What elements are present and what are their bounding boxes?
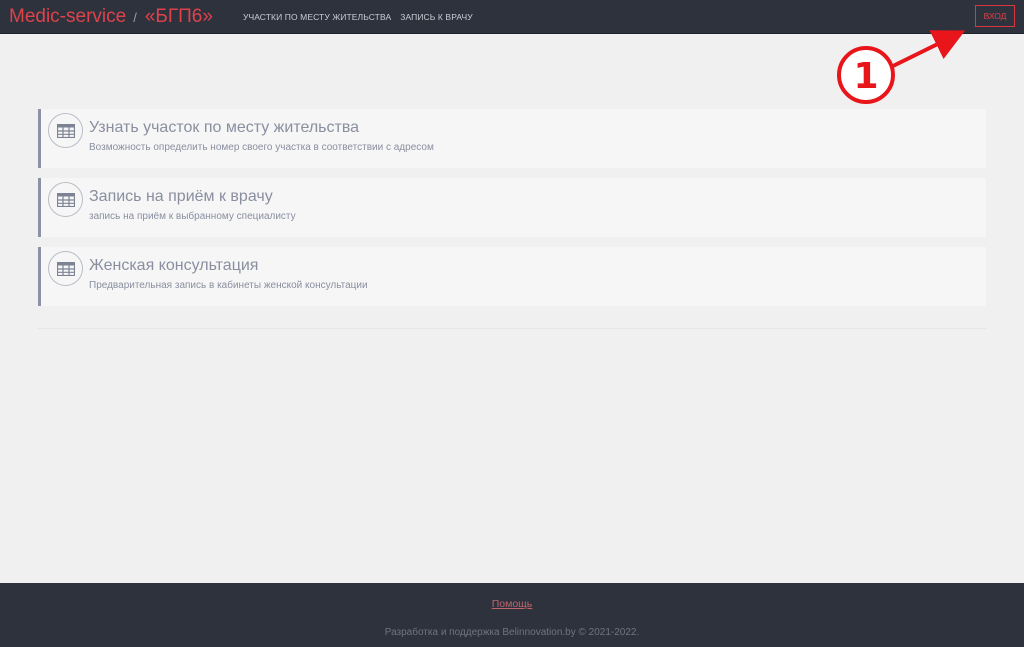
service-description: запись на приём к выбранному специалисту [89, 211, 296, 222]
copyright-text: Разработка и поддержка Belinnovation.by … [384, 627, 640, 638]
services-list: Узнать участок по месту жительства Возмо… [38, 109, 986, 316]
footer: Помощь Разработка и поддержка Belinnovat… [0, 583, 1024, 647]
callout-number: 1 [853, 56, 878, 97]
org-link[interactable]: «БГП6» [145, 6, 213, 28]
nav-item-appointment[interactable]: запись к врачу [400, 12, 473, 22]
brand-link[interactable]: Medic-service [9, 6, 126, 28]
service-title[interactable]: Запись на приём к врачу [89, 188, 273, 206]
brand-separator: / [133, 9, 137, 25]
nav-item-districts[interactable]: участки по месту жительства [243, 12, 391, 22]
callout-annotation: 1 [837, 30, 966, 104]
service-title[interactable]: Женская консультация [89, 257, 258, 275]
service-description: Возможность определить номер своего учас… [89, 142, 434, 153]
top-navbar: Medic-service / «БГП6» участки по месту … [0, 0, 1024, 34]
login-button[interactable]: вход [975, 5, 1015, 27]
nav-menu: участки по месту жительства запись к вра… [243, 12, 482, 22]
content-divider [38, 328, 986, 329]
callout-arrow [892, 30, 966, 68]
table-icon [48, 182, 83, 217]
brand: Medic-service / «БГП6» [9, 6, 213, 28]
service-description: Предварительная запись в кабинеты женско… [89, 280, 368, 291]
service-title[interactable]: Узнать участок по месту жительства [89, 119, 359, 137]
help-link[interactable]: Помощь [0, 598, 1024, 610]
callout-circle [837, 46, 895, 104]
service-card-womens-consultation[interactable]: Женская консультация Предварительная зап… [38, 247, 986, 306]
table-icon [48, 251, 83, 286]
service-card-districts[interactable]: Узнать участок по месту жительства Возмо… [38, 109, 986, 168]
service-card-appointment[interactable]: Запись на приём к врачу запись на приём … [38, 178, 986, 237]
table-icon [48, 113, 83, 148]
